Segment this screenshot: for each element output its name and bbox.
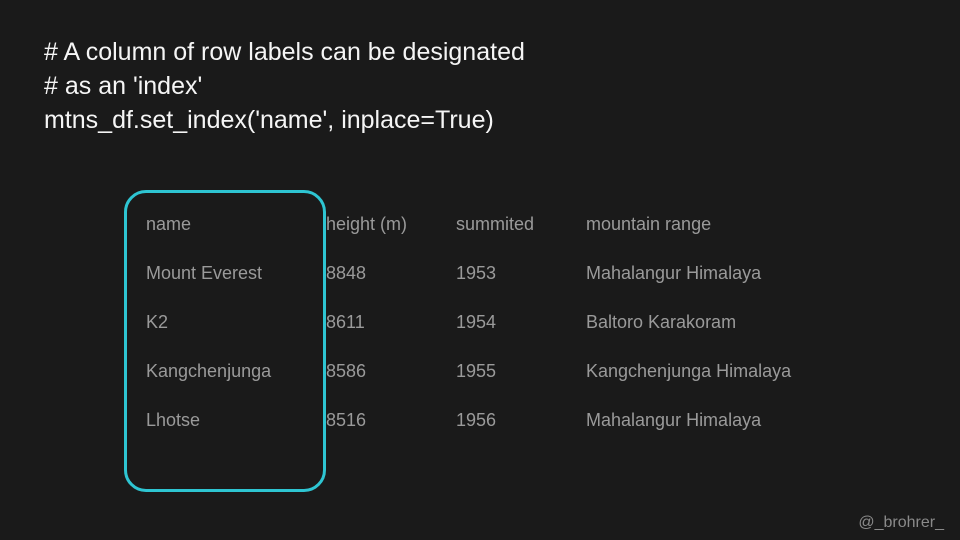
cell-range: Baltoro Karakoram [580,298,840,347]
cell-range: Mahalangur Himalaya [580,396,840,445]
author-credit: @_brohrer_ [858,514,944,532]
table-row: Lhotse 8516 1956 Mahalangur Himalaya [140,396,840,445]
table-row: K2 8611 1954 Baltoro Karakoram [140,298,840,347]
table-row: Mount Everest 8848 1953 Mahalangur Himal… [140,249,840,298]
cell-name: Lhotse [140,396,320,445]
cell-summited: 1953 [450,249,580,298]
cell-name: Kangchenjunga [140,347,320,396]
cell-name: Mount Everest [140,249,320,298]
table-row: Kangchenjunga 8586 1955 Kangchenjunga Hi… [140,347,840,396]
header-name: name [140,200,320,249]
cell-range: Kangchenjunga Himalaya [580,347,840,396]
header-range: mountain range [580,200,840,249]
cell-height: 8516 [320,396,450,445]
cell-summited: 1954 [450,298,580,347]
code-line-3: mtns_df.set_index('name', inplace=True) [44,104,525,138]
cell-height: 8848 [320,249,450,298]
header-height: height (m) [320,200,450,249]
cell-height: 8611 [320,298,450,347]
cell-summited: 1956 [450,396,580,445]
table-header-row: name height (m) summited mountain range [140,200,840,249]
cell-summited: 1955 [450,347,580,396]
code-block: # A column of row labels can be designat… [44,36,525,137]
cell-range: Mahalangur Himalaya [580,249,840,298]
code-line-1: # A column of row labels can be designat… [44,36,525,70]
header-summited: summited [450,200,580,249]
cell-height: 8586 [320,347,450,396]
cell-name: K2 [140,298,320,347]
data-table: name height (m) summited mountain range … [140,200,840,445]
code-line-2: # as an 'index' [44,70,525,104]
